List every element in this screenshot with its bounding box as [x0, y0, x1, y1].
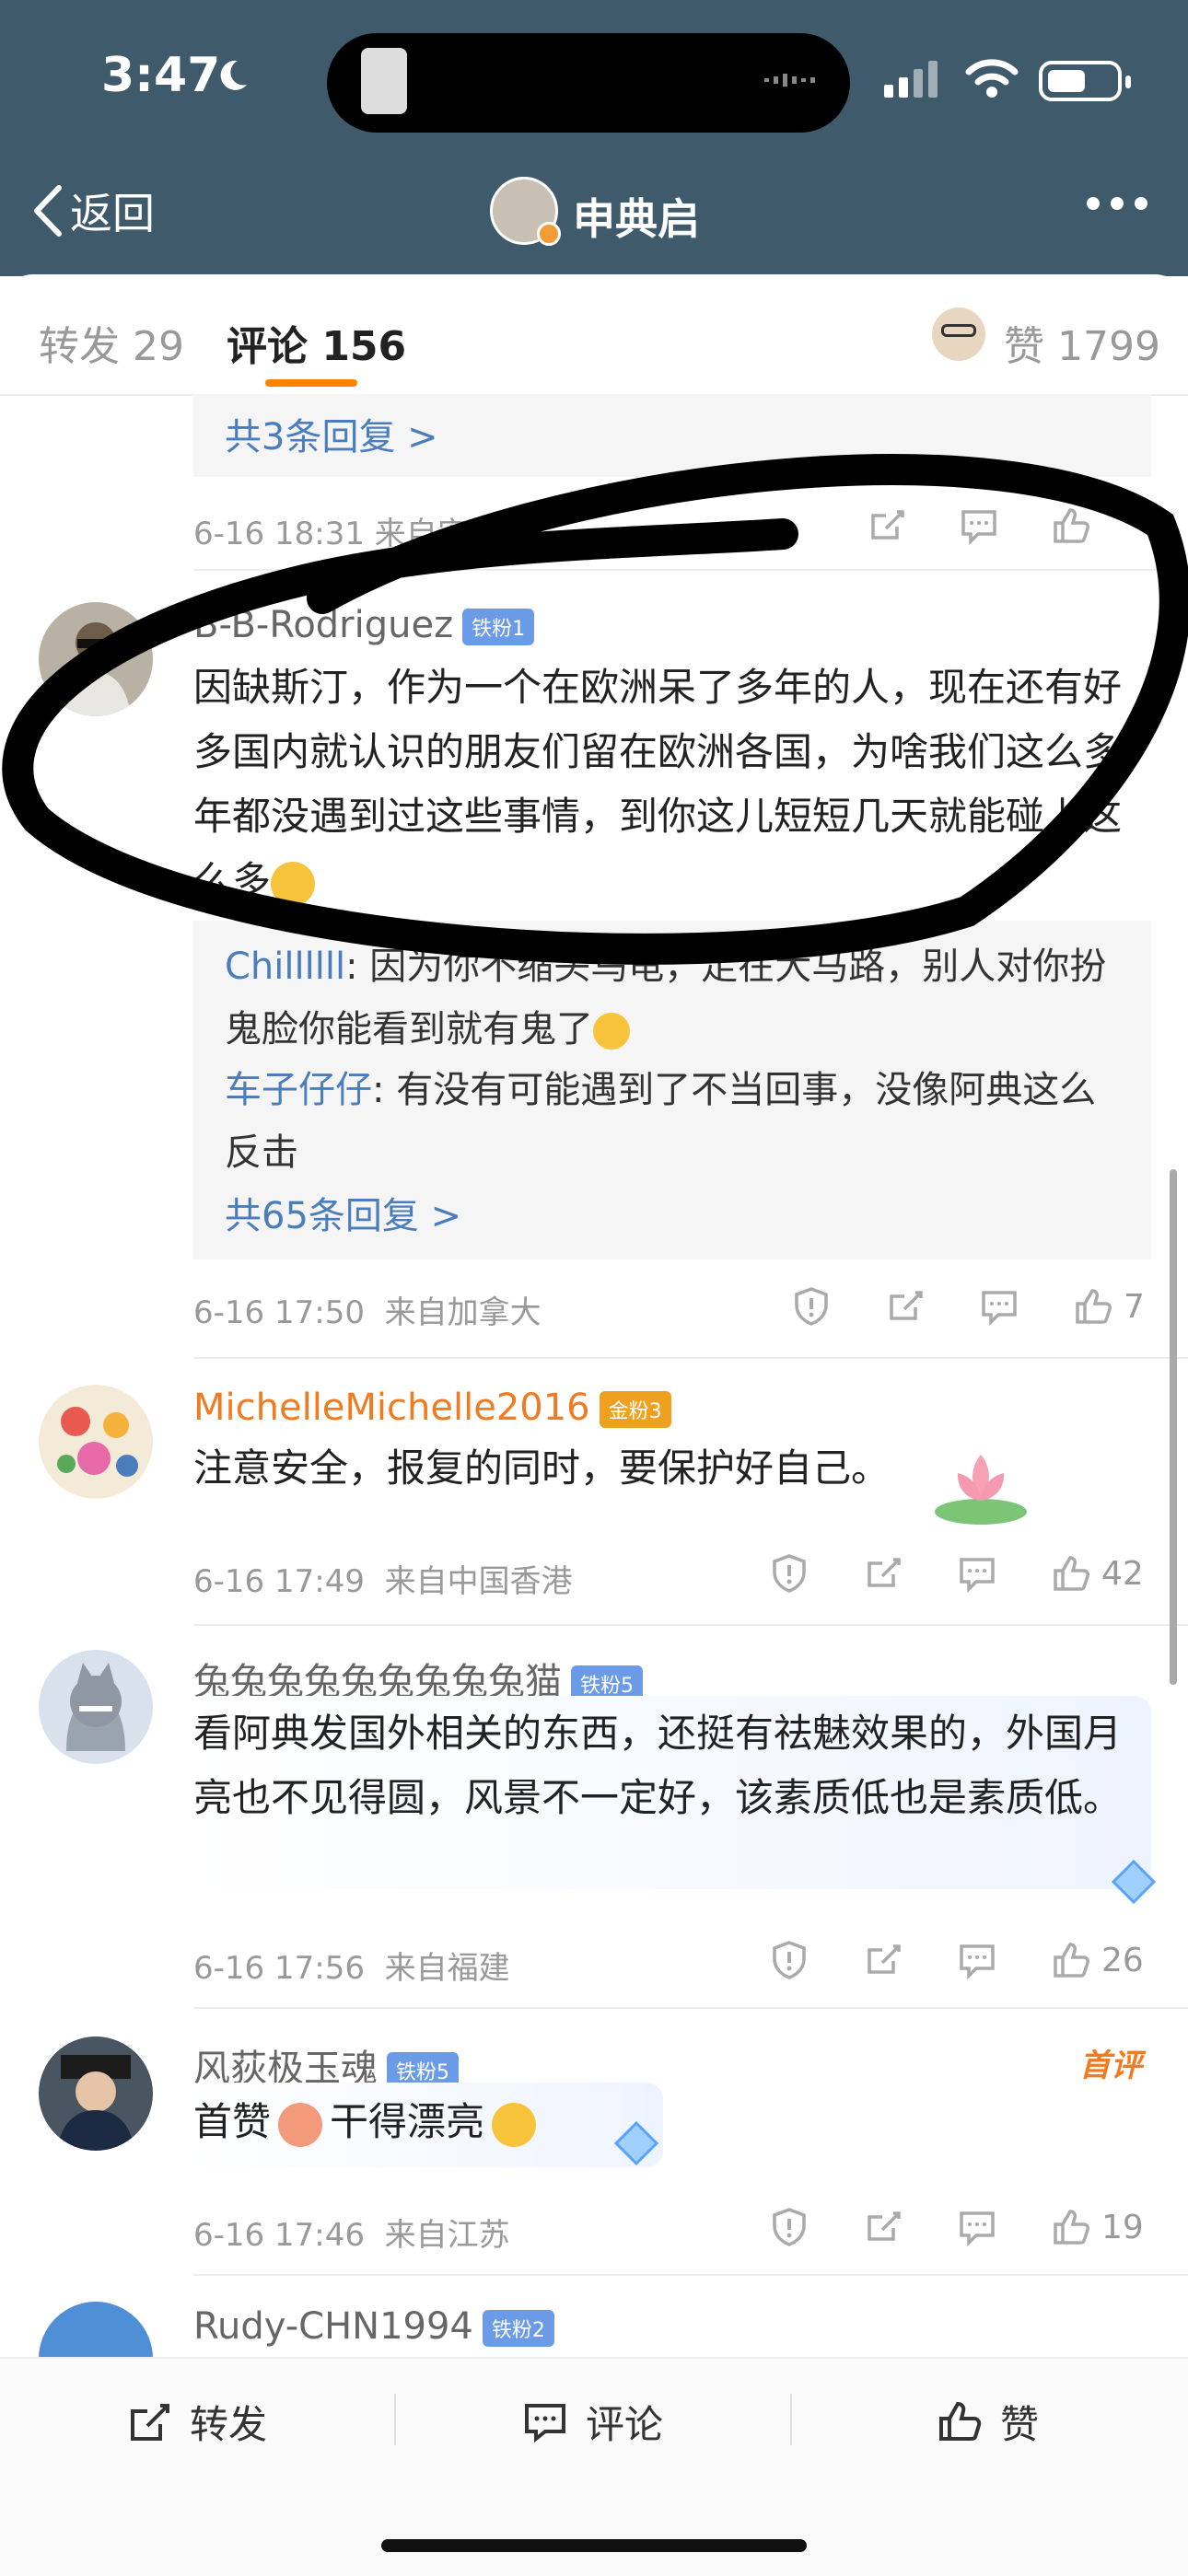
diamond-sparkle-icon: [613, 2120, 659, 2166]
share-icon[interactable]: [862, 1552, 904, 1598]
moon-icon: [220, 60, 247, 90]
tab-comments[interactable]: 评论 156: [227, 313, 406, 372]
like-button[interactable]: 19: [1050, 2206, 1144, 2248]
comment-text: 首赞 干得漂亮: [193, 2090, 537, 2154]
like-icon: [1076, 1289, 1112, 1324]
divider: [193, 1624, 1188, 1626]
comment-text: 看阿典发国外相关的东西，还挺有祛魅效果的，外国月亮也不见得圆，风景不一定好，该素…: [193, 1711, 1123, 1820]
comment-icon[interactable]: [956, 1552, 998, 1598]
share-icon[interactable]: [862, 1939, 904, 1985]
comment-meta: 6-16 17:46 来自江苏: [193, 2217, 510, 2254]
report-icon[interactable]: [768, 1552, 810, 1598]
fan-badge: 铁粉2: [482, 2310, 554, 2347]
liker-avatar[interactable]: [932, 307, 985, 361]
report-icon[interactable]: [768, 2206, 810, 2252]
hand-drawn-circle-annotation: [2, 454, 1188, 965]
comment-icon[interactable]: [956, 2206, 998, 2252]
fan-badge: 金粉3: [599, 1391, 671, 1428]
comment-meta: 6-16 17:50 来自加拿大: [193, 1294, 542, 1331]
comment-meta: 6-16 17:49 来自中国香港: [193, 1563, 573, 1600]
comment-icon[interactable]: [978, 1285, 1020, 1331]
share-icon[interactable]: [884, 1285, 926, 1331]
divider: [193, 1357, 1188, 1359]
first-comment-tag: 首评: [1079, 2048, 1142, 2084]
home-indicator[interactable]: [381, 2539, 807, 2552]
bar-separator: [790, 2394, 792, 2445]
comment-meta: 6-16 17:56 来自福建: [193, 1950, 510, 1987]
comment-button[interactable]: 评论: [521, 2394, 663, 2450]
back-button[interactable]: 返回: [31, 180, 155, 241]
tab-repost[interactable]: 转发 29: [39, 313, 184, 372]
divider: [193, 2274, 1188, 2276]
scrollbar[interactable]: [1170, 1169, 1177, 1685]
like-button[interactable]: 42: [1050, 1552, 1144, 1595]
active-tab-indicator: [265, 379, 357, 387]
more-menu-button[interactable]: [1087, 197, 1153, 215]
battery-icon: [1039, 61, 1131, 101]
share-icon: [131, 2403, 169, 2441]
commenter-avatar[interactable]: [39, 2036, 153, 2151]
divider: [193, 2007, 1188, 2009]
lotus-decoration-icon: [935, 1455, 1027, 1525]
repost-button[interactable]: 转发: [125, 2394, 267, 2450]
like-button[interactable]: 7: [1072, 1285, 1145, 1328]
share-icon[interactable]: [862, 2206, 904, 2252]
like-button[interactable]: 26: [1050, 1939, 1144, 1981]
reply-item[interactable]: 车子仔仔: 有没有可能遇到了不当回事，没像阿典这么反击: [225, 1059, 1127, 1184]
commenter-avatar[interactable]: [39, 1650, 153, 1764]
comment-icon: [525, 2403, 565, 2443]
like-icon: [1054, 1943, 1089, 1978]
report-icon[interactable]: [768, 1939, 810, 1985]
like-button[interactable]: 赞: [936, 2394, 1039, 2450]
verified-badge-icon: [537, 222, 561, 246]
comment-icon[interactable]: [956, 1939, 998, 1985]
grin-emoji-icon: [593, 1013, 630, 1050]
author-avatar[interactable]: [490, 177, 561, 246]
like-icon: [1054, 2210, 1089, 2245]
report-icon[interactable]: [790, 1285, 833, 1331]
page-title[interactable]: 申典启: [573, 186, 700, 247]
view-replies-link[interactable]: 共65条回复 >: [225, 1186, 461, 1239]
bar-separator: [394, 2394, 396, 2445]
commenter-name[interactable]: MichelleMichelle2016 金粉3: [193, 1387, 671, 1429]
like-icon: [1054, 1556, 1089, 1591]
back-label: 返回: [70, 189, 155, 238]
media-thumbnail: [361, 48, 407, 114]
cellular-signal-icon: [884, 61, 938, 98]
like-icon: [939, 2401, 982, 2441]
wifi-icon: [965, 59, 1019, 98]
grin-emoji-icon: [492, 2102, 537, 2147]
tab-likes[interactable]: 赞 1799: [1004, 313, 1160, 372]
status-time: 3:47: [101, 48, 221, 103]
audio-wave-icon: [764, 74, 815, 87]
commenter-avatar[interactable]: [39, 1385, 153, 1499]
diamond-sparkle-icon: [1111, 1859, 1157, 1905]
commenter-name[interactable]: Rudy-CHN1994 铁粉2: [193, 2305, 554, 2348]
pig-emoji-icon: [278, 2102, 323, 2147]
chevron-left-icon: [34, 185, 62, 237]
